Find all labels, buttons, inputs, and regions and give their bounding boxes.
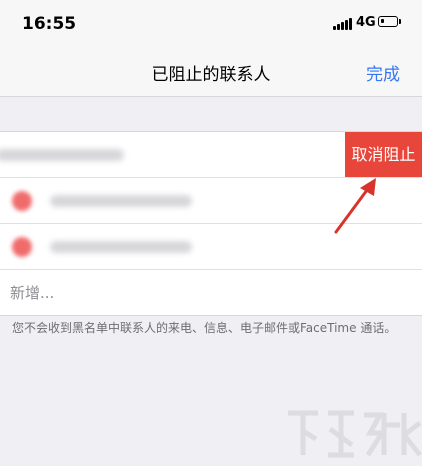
- watermark-logo: [288, 410, 422, 458]
- contact-number-blurred: [50, 195, 192, 207]
- minus-circle-icon[interactable]: [12, 191, 32, 211]
- add-new-label: 新增...: [10, 284, 55, 302]
- network-type: 4G: [356, 15, 376, 30]
- status-time: 16:55: [22, 14, 77, 34]
- minus-circle-icon[interactable]: [12, 237, 32, 257]
- page-title: 已阻止的联系人: [151, 65, 271, 85]
- add-new-row[interactable]: 新增...: [0, 270, 422, 315]
- contact-row-1[interactable]: 取消阻止: [0, 132, 422, 178]
- arrow-annotation-icon: [334, 178, 376, 234]
- nav-bar: 已阻止的联系人 完成: [0, 46, 422, 97]
- battery-tip: [399, 19, 401, 24]
- done-button[interactable]: 完成: [366, 60, 400, 85]
- signal-icon: [333, 18, 352, 30]
- contact-number-blurred: [0, 149, 124, 161]
- blocked-contacts-footer-note: 您不会收到黑名单中联系人的来电、信息、电子邮件或FaceTime 通话。: [12, 321, 397, 335]
- unblock-button[interactable]: 取消阻止: [345, 132, 422, 177]
- contact-number-blurred: [50, 241, 192, 253]
- battery-icon: [378, 16, 398, 27]
- status-bar: 16:55 4G: [0, 0, 422, 46]
